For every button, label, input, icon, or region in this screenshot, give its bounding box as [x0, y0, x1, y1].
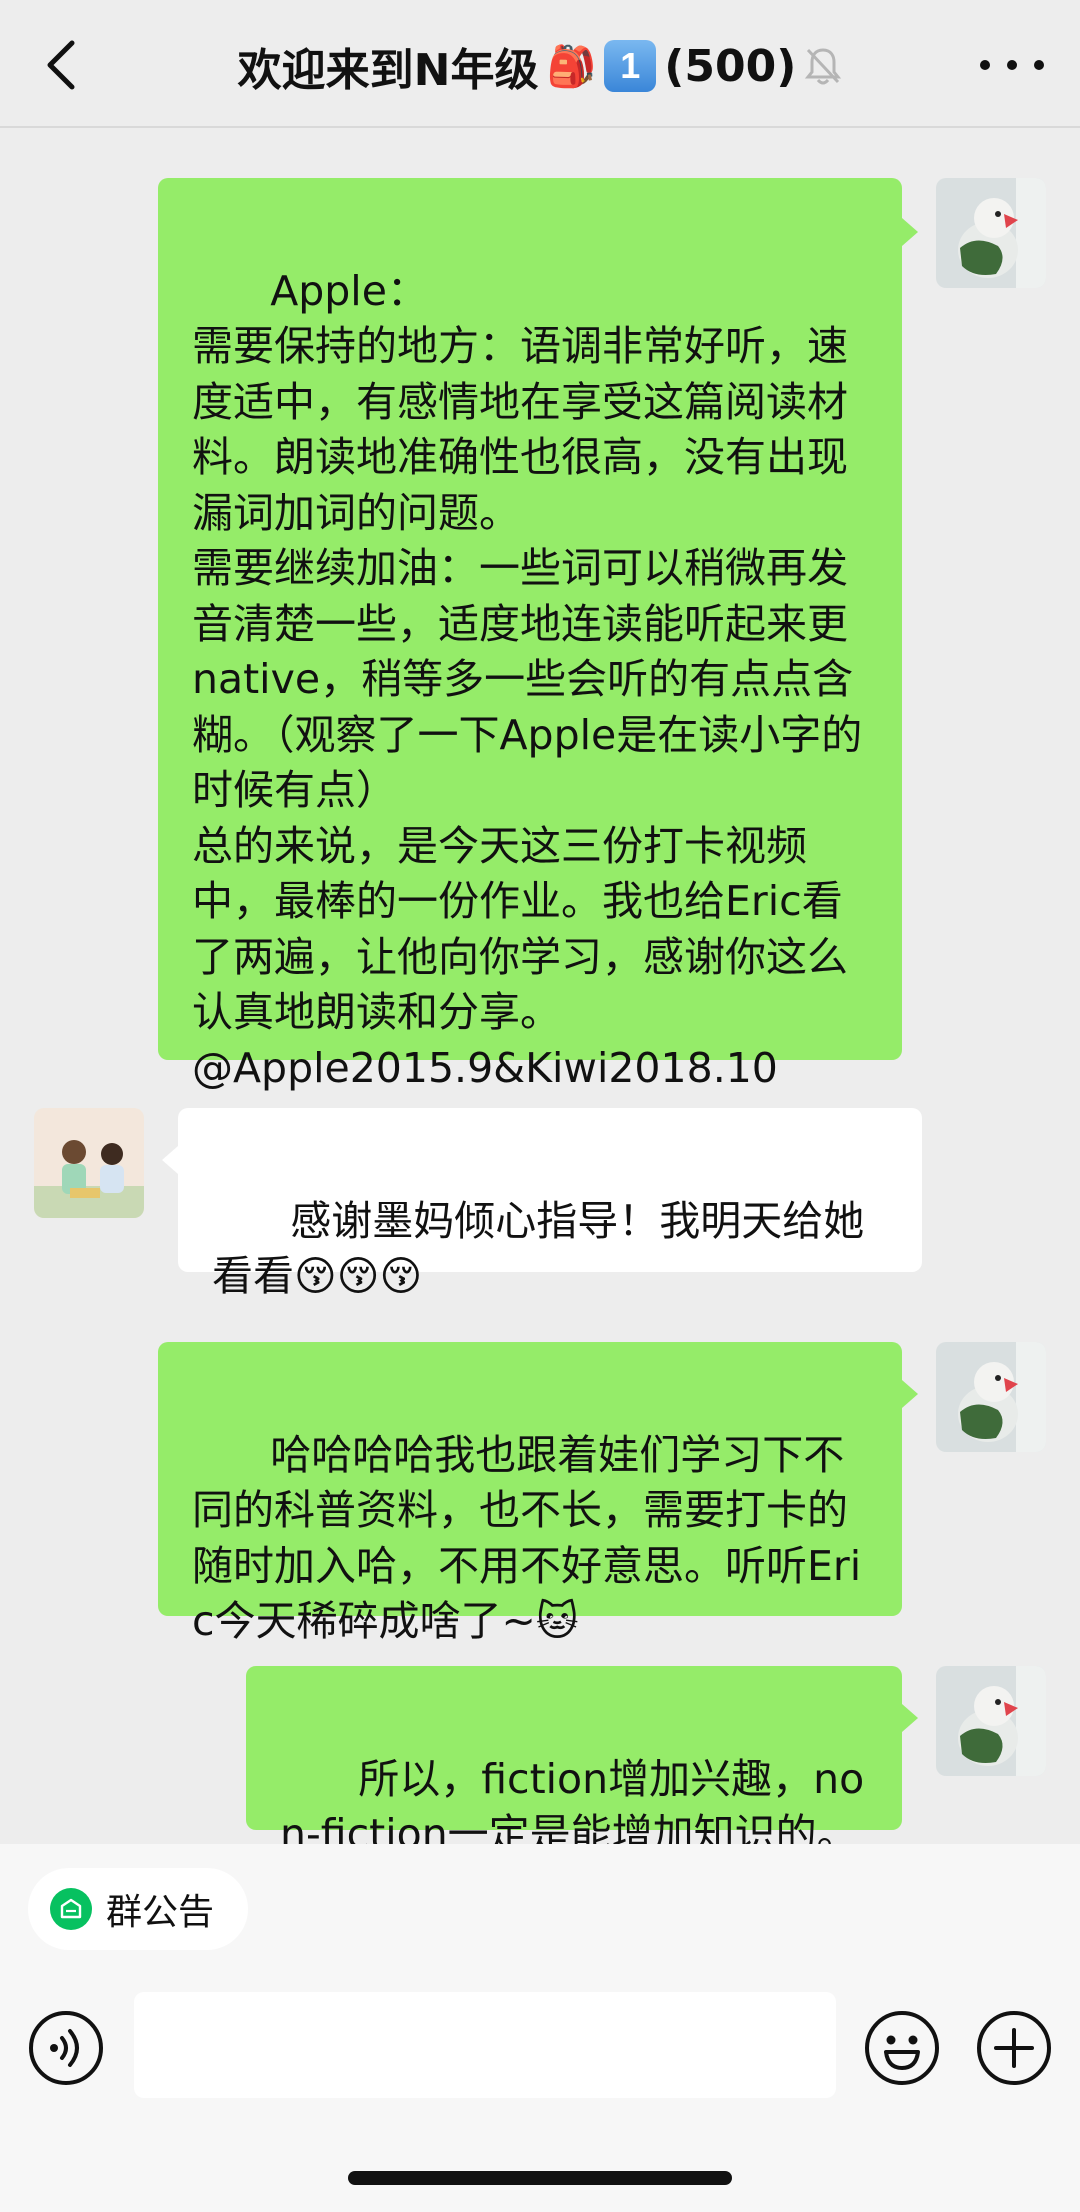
backpack-emoji: 🎒: [546, 43, 597, 90]
home-indicator[interactable]: [348, 2171, 732, 2185]
notice-label: 群公告: [106, 1892, 215, 1933]
group-notice-button[interactable]: 群公告: [28, 1868, 248, 1950]
chat-header: 欢迎来到N年级 🎒 1 (500): [0, 0, 1080, 128]
notice-icon: [50, 1888, 92, 1930]
smiley-icon: [865, 2011, 939, 2085]
plus-icon: [977, 2011, 1051, 2085]
ellipsis-icon: [980, 60, 990, 70]
message-text: 感谢墨妈倾心指导！我明天给她看看😚😚😚: [212, 1196, 865, 1301]
message-bubble[interactable]: 感谢墨妈倾心指导！我明天给她看看😚😚😚: [178, 1108, 922, 1300]
more-functions-button[interactable]: [976, 2010, 1052, 2086]
chat-title[interactable]: 欢迎来到N年级 🎒 1 (500): [120, 36, 960, 96]
message-text: Apple： 需要保持的地方：语调非常好听，速度适中，有感情地在享受这篇阅读材料…: [192, 266, 863, 1092]
message-item: 哈哈哈哈我也跟着娃们学习下不同的科普资料，也不长，需要打卡的随时加入哈，不用不好…: [0, 1322, 1080, 1645]
message-text: 所以，fiction增加兴趣，non-fiction一定是能增加知识的。: [280, 1754, 865, 1859]
avatar[interactable]: [936, 1342, 1046, 1452]
chevron-left-icon: [47, 40, 75, 90]
message-item: 所以，fiction增加兴趣，non-fiction一定是能增加知识的。: [0, 1648, 1080, 1858]
message-input[interactable]: [134, 1992, 836, 2098]
member-count: (500): [664, 40, 797, 92]
children-avatar-icon: [34, 1108, 144, 1218]
bubble-tail: [902, 1704, 918, 1732]
bird-avatar-icon: [936, 1666, 1046, 1776]
bird-avatar-icon: [936, 178, 1046, 288]
emoji-button[interactable]: [864, 2010, 940, 2086]
message-bubble[interactable]: 哈哈哈哈我也跟着娃们学习下不同的科普资料，也不长，需要打卡的随时加入哈，不用不好…: [158, 1342, 902, 1645]
group-name: 欢迎来到N年级: [237, 45, 539, 96]
notice-bar: 群公告: [0, 1844, 1080, 1964]
more-button[interactable]: [980, 50, 1044, 80]
number-badge: 1: [604, 40, 657, 92]
bird-avatar-icon: [936, 1342, 1046, 1452]
bubble-tail: [162, 1146, 178, 1174]
voice-icon: [29, 2011, 103, 2085]
voice-button[interactable]: [28, 2010, 104, 2086]
bell-slash-icon: [805, 48, 842, 85]
message-list[interactable]: Apple： 需要保持的地方：语调非常好听，速度适中，有感情地在享受这篇阅读材料…: [0, 128, 1080, 1858]
message-bubble[interactable]: 所以，fiction增加兴趣，non-fiction一定是能增加知识的。: [246, 1666, 902, 1858]
avatar[interactable]: [936, 1666, 1046, 1776]
message-item: Apple： 需要保持的地方：语调非常好听，速度适中，有感情地在享受这篇阅读材料…: [0, 128, 1080, 1092]
bubble-tail: [902, 1380, 918, 1408]
bubble-tail: [902, 218, 918, 246]
avatar[interactable]: [34, 1108, 144, 1218]
avatar[interactable]: [936, 178, 1046, 288]
back-button[interactable]: [38, 36, 84, 94]
message-item: 感谢墨妈倾心指导！我明天给她看看😚😚😚: [0, 1108, 1080, 1308]
message-bubble[interactable]: Apple： 需要保持的地方：语调非常好听，速度适中，有感情地在享受这篇阅读材料…: [158, 178, 902, 1092]
message-text: 哈哈哈哈我也跟着娃们学习下不同的科普资料，也不长，需要打卡的随时加入哈，不用不好…: [192, 1430, 862, 1646]
